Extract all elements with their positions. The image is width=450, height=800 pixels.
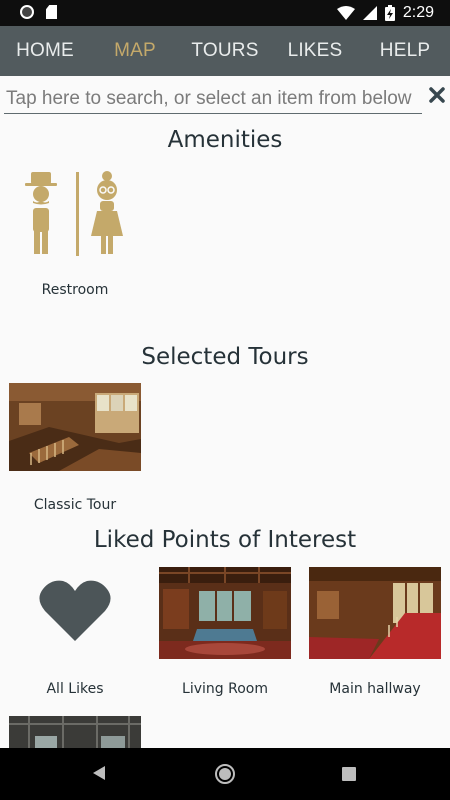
like-main-hallway[interactable]: Main hallway xyxy=(309,567,441,697)
hallway-photo xyxy=(309,567,441,659)
nav-map[interactable]: MAP xyxy=(90,40,180,62)
android-nav-bar xyxy=(0,748,450,800)
likes-title: Liked Points of Interest xyxy=(93,527,357,553)
all-likes-label: All Likes xyxy=(46,681,104,697)
living-room-label: Living Room xyxy=(182,681,268,697)
like-living-room[interactable]: Living Room xyxy=(159,567,291,697)
nav-home[interactable]: HOME xyxy=(0,40,90,62)
classic-tour-label: Classic Tour xyxy=(33,497,117,513)
search-input[interactable] xyxy=(4,84,422,114)
battery-charging-icon xyxy=(384,5,395,21)
heart-icon xyxy=(39,580,111,641)
recent-apps-icon[interactable] xyxy=(342,767,356,781)
amenities-title: Amenities xyxy=(167,127,283,153)
back-icon[interactable] xyxy=(93,766,105,780)
like-ceiling[interactable] xyxy=(9,716,141,748)
restroom-icon xyxy=(25,171,123,256)
tours-title: Selected Tours xyxy=(141,344,309,370)
wifi-icon xyxy=(336,6,355,20)
status-time: 2:29 xyxy=(402,4,434,21)
status-bar: 2:29 xyxy=(0,0,450,26)
main-hallway-label: Main hallway xyxy=(329,681,421,697)
ceiling-photo xyxy=(9,716,141,748)
amenity-restroom[interactable]: Restroom xyxy=(9,170,141,298)
restroom-label: Restroom xyxy=(41,282,109,298)
signal-icon xyxy=(362,6,377,20)
nav-tours[interactable]: TOURS xyxy=(180,40,270,62)
close-icon[interactable] xyxy=(428,86,446,104)
notification-dot-icon xyxy=(20,5,34,19)
tour-classic[interactable]: Classic Tour xyxy=(9,383,141,513)
like-all[interactable]: All Likes xyxy=(9,567,141,697)
staircase-photo xyxy=(9,383,141,471)
nav-likes[interactable]: LIKES xyxy=(270,40,360,62)
living-room-photo xyxy=(159,567,291,659)
all-likes-thumb xyxy=(9,567,141,655)
home-circle-icon[interactable] xyxy=(215,764,235,784)
search-row xyxy=(4,84,446,116)
sd-card-icon xyxy=(46,5,57,19)
nav-help[interactable]: HELP xyxy=(360,40,450,62)
top-nav: HOME MAP TOURS LIKES HELP xyxy=(0,26,450,76)
